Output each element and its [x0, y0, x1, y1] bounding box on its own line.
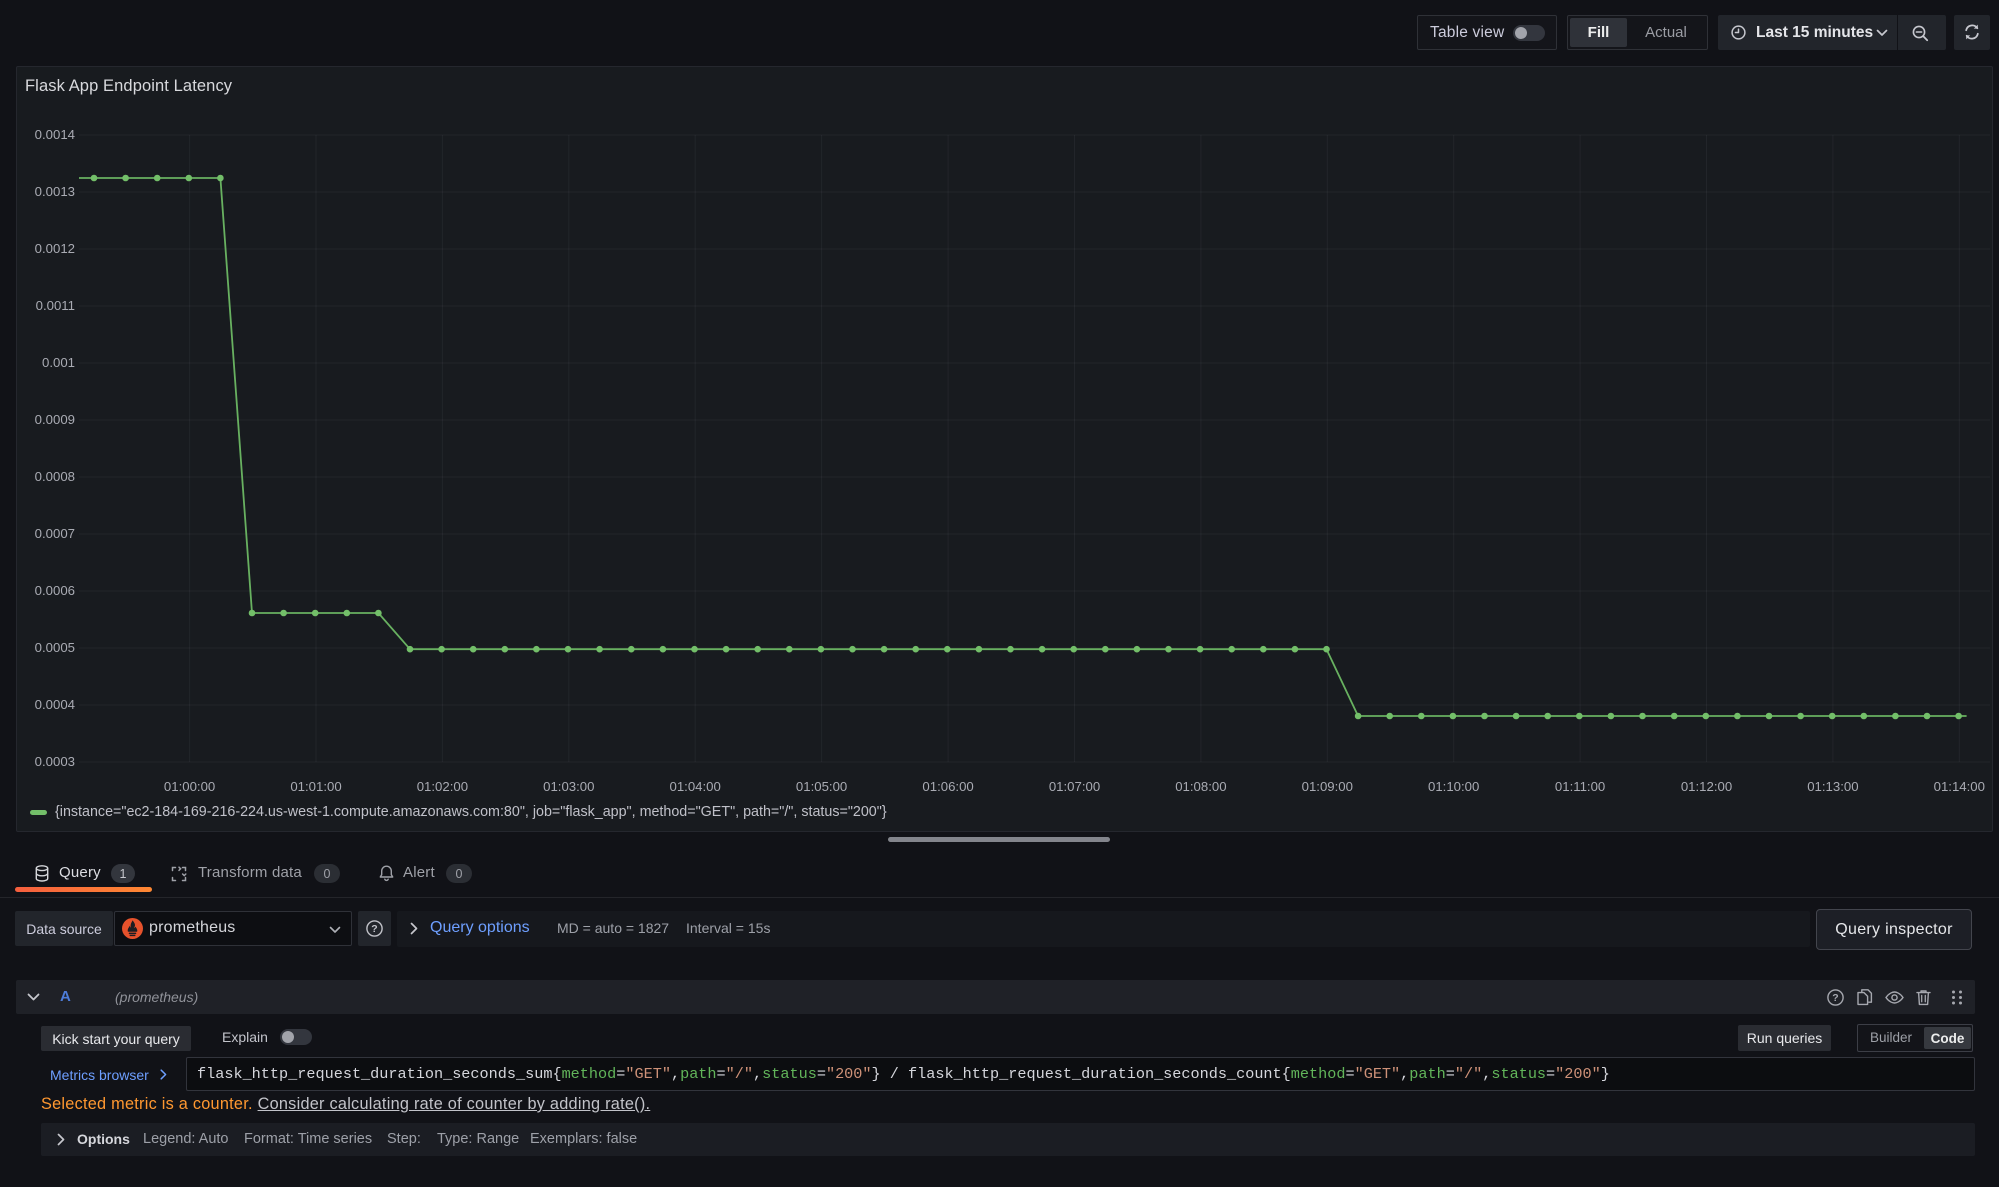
svg-text:01:07:00: 01:07:00: [1049, 779, 1100, 794]
svg-text:01:03:00: 01:03:00: [543, 779, 594, 794]
svg-text:01:01:00: 01:01:00: [290, 779, 341, 794]
svg-text:0.0007: 0.0007: [35, 526, 75, 541]
svg-text:01:10:00: 01:10:00: [1428, 779, 1479, 794]
svg-text:0.0013: 0.0013: [35, 184, 75, 199]
svg-text:01:12:00: 01:12:00: [1681, 779, 1732, 794]
svg-text:01:08:00: 01:08:00: [1175, 779, 1226, 794]
svg-text:0.0009: 0.0009: [35, 412, 75, 427]
svg-text:0.0008: 0.0008: [35, 469, 75, 484]
svg-text:0.001: 0.001: [42, 355, 75, 370]
svg-text:0.0014: 0.0014: [35, 127, 75, 142]
svg-text:01:09:00: 01:09:00: [1302, 779, 1353, 794]
svg-text:01:11:00: 01:11:00: [1555, 779, 1605, 794]
svg-text:01:02:00: 01:02:00: [417, 779, 468, 794]
svg-text:0.0004: 0.0004: [35, 697, 75, 712]
svg-text:?: ?: [371, 923, 377, 935]
svg-text:0.0005: 0.0005: [35, 640, 75, 655]
svg-text:0.0012: 0.0012: [35, 241, 75, 256]
svg-text:0.0011: 0.0011: [36, 298, 75, 313]
svg-text:01:04:00: 01:04:00: [670, 779, 721, 794]
svg-text:01:14:00: 01:14:00: [1934, 779, 1985, 794]
svg-text:01:13:00: 01:13:00: [1807, 779, 1858, 794]
svg-text:?: ?: [1832, 992, 1838, 1004]
svg-text:0.0003: 0.0003: [35, 754, 75, 769]
svg-text:01:05:00: 01:05:00: [796, 779, 847, 794]
svg-text:01:06:00: 01:06:00: [922, 779, 973, 794]
svg-text:0.0006: 0.0006: [35, 583, 75, 598]
svg-text:01:00:00: 01:00:00: [164, 779, 215, 794]
